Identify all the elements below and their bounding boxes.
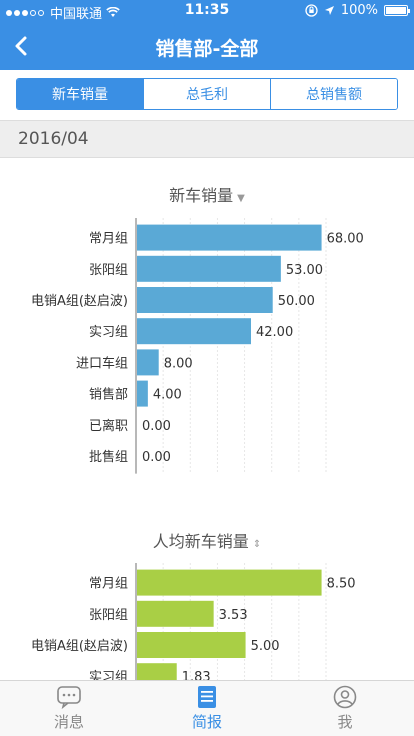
status-bar: 中国联通 11:35 100%	[0, 0, 414, 22]
chart-2-bar[interactable]	[137, 569, 322, 596]
tab-messages[interactable]: 消息	[0, 681, 138, 736]
report-icon	[198, 686, 216, 708]
chart-2-category-label: 张阳组	[89, 608, 128, 623]
tab-bar: 消息 简报 我	[0, 680, 414, 736]
chart-2-bar[interactable]	[137, 600, 214, 627]
chart-1-value-label: 50.00	[278, 294, 315, 309]
location-icon	[324, 6, 334, 15]
profile-icon	[333, 685, 357, 709]
battery-icon	[384, 5, 410, 16]
metric-segment-control: 新车销量 总毛利 总销售额	[16, 78, 398, 110]
tab-messages-label: 消息	[53, 713, 84, 731]
nav-bar: 销售部-全部	[0, 22, 414, 70]
charts-content[interactable]: 新车销量 ▼ 常月组 68.00 张阳组 53.00 电销A组(赵启波) 50.00 实习组 4…	[0, 158, 414, 680]
chart-1-value-label: 0.00	[142, 419, 171, 434]
chart-1-value-label: 68.00	[327, 232, 364, 247]
chart-2-category-label: 电销A组(赵启波)	[31, 639, 128, 654]
chart-2-category-label: 实习组	[89, 670, 128, 680]
chart-1: 常月组 68.00 张阳组 53.00 电销A组(赵启波) 50.00 实习组 42.00 进口…	[31, 218, 364, 474]
chart-1-title: 新车销量	[169, 186, 234, 205]
chart-1-bar[interactable]	[137, 318, 251, 345]
chart-2-value-label: 5.00	[251, 639, 280, 654]
chart-1-category-label: 销售部	[89, 387, 128, 403]
chart-2-bar[interactable]	[137, 663, 177, 680]
chart-1-category-label: 已离职	[89, 418, 128, 434]
chart-1-value-label: 0.00	[142, 450, 171, 465]
date-bar[interactable]: 2016/04	[0, 120, 414, 158]
chart-2-value-label: 1.83	[182, 670, 211, 680]
segment-new-car-sales[interactable]: 新车销量	[17, 79, 144, 109]
chart-1-title-row[interactable]: 新车销量 ▼	[0, 182, 414, 206]
chart-1-bar[interactable]	[137, 380, 148, 407]
chart-1-category-label: 实习组	[89, 325, 128, 340]
chart-1-category-label: 电销A组(赵启波)	[31, 294, 128, 309]
date-label: 2016/04	[18, 129, 89, 149]
chart-2-title: 人均新车销量	[152, 532, 249, 551]
chart-1-bar[interactable]	[137, 255, 281, 282]
battery-percent: 100%	[340, 3, 378, 18]
tab-profile-label: 我	[337, 713, 353, 731]
chart-1-category-label: 张阳组	[89, 263, 128, 278]
page-title: 销售部-全部	[155, 38, 259, 60]
chart-1-bar[interactable]	[137, 287, 273, 313]
chart-1-category-label: 常月组	[89, 232, 128, 247]
chart-1-value-label: 4.00	[153, 388, 182, 403]
chart-1-value-label: 53.00	[286, 263, 323, 278]
message-icon	[57, 686, 81, 709]
segment-gross-profit[interactable]: 总毛利	[144, 79, 271, 109]
chart-2: 常月组 8.50 张阳组 3.53 电销A组(赵启波) 5.00 实习组 1.83	[31, 563, 356, 680]
chart-2-category-label: 常月组	[89, 577, 128, 592]
chart-1-value-label: 42.00	[256, 325, 293, 340]
segment-total-sales[interactable]: 总销售额	[271, 79, 397, 109]
chart-2-bar[interactable]	[137, 632, 246, 658]
chart-2-value-label: 8.50	[327, 577, 356, 592]
chart-1-bar[interactable]	[137, 349, 159, 376]
dropdown-arrow-icon: ▼	[237, 193, 245, 204]
chart-2-title-row[interactable]: 人均新车销量 ⇕	[0, 528, 414, 552]
sort-arrows-icon: ⇕	[252, 539, 262, 550]
tab-report-label: 简报	[191, 713, 222, 731]
orientation-lock-icon	[305, 4, 318, 17]
tab-report[interactable]: 简报	[138, 681, 276, 736]
chart-1-value-label: 8.00	[164, 356, 193, 371]
tab-profile[interactable]: 我	[276, 681, 414, 736]
chart-1-bar[interactable]	[137, 224, 322, 251]
chart-2-value-label: 3.53	[219, 608, 248, 623]
chart-1-category-label: 进口车组	[76, 355, 128, 371]
chart-1-category-label: 批售组	[89, 449, 128, 465]
